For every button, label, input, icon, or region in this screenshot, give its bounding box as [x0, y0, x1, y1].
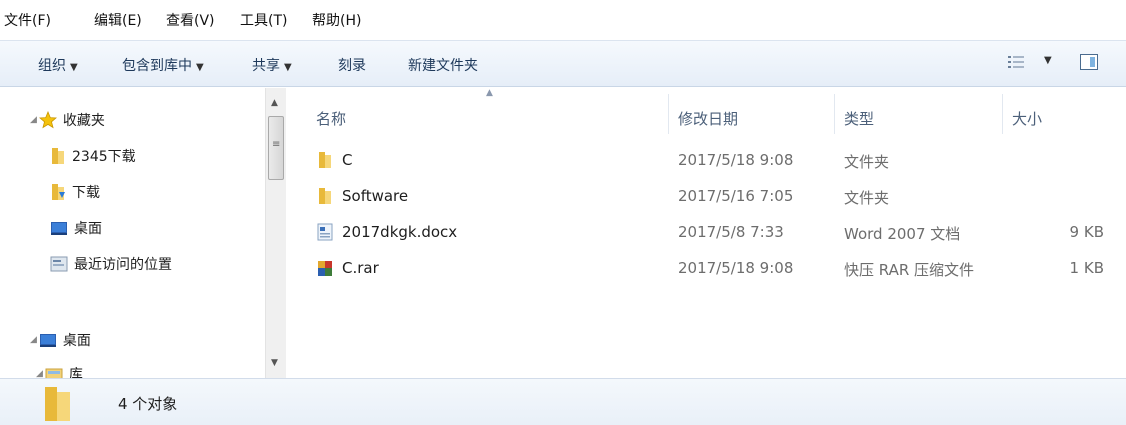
chevron-down-icon: ▼: [284, 62, 292, 73]
collapse-triangle-icon[interactable]: ◢: [30, 115, 37, 125]
status-bar: 4 个对象: [0, 378, 1126, 425]
file-name: C: [316, 151, 352, 169]
nav-item-recent-places[interactable]: 最近访问的位置: [50, 254, 172, 274]
nav-scrollbar[interactable]: ▲ ▼: [265, 88, 286, 378]
expand-triangle-icon[interactable]: ◢: [36, 369, 43, 378]
new-folder-button[interactable]: 新建文件夹: [408, 55, 478, 75]
menu-tools[interactable]: 工具(T): [240, 10, 287, 30]
collapse-triangle-icon[interactable]: ◢: [30, 335, 37, 345]
file-date: 2017/5/8 7:33: [678, 223, 784, 241]
folder-icon: [52, 148, 64, 164]
recent-places-icon: [50, 256, 68, 272]
file-name: C.rar: [316, 259, 379, 277]
share-button[interactable]: 共享 ▼: [252, 55, 292, 75]
nav-library[interactable]: ◢ 库: [36, 364, 83, 378]
nav-desktop[interactable]: ◢ 桌面: [30, 330, 91, 350]
column-divider[interactable]: [668, 94, 669, 134]
menu-help[interactable]: 帮助(H): [312, 10, 361, 30]
nav-item-desktop[interactable]: 桌面: [50, 218, 102, 238]
preview-pane-icon[interactable]: [1080, 54, 1098, 70]
file-row[interactable]: C.rar 2017/5/18 9:08 快压 RAR 压缩文件 1 KB: [290, 254, 1126, 284]
column-header-date[interactable]: 修改日期: [678, 108, 738, 129]
item-count: 4 个对象: [118, 395, 178, 413]
file-date: 2017/5/18 9:08: [678, 259, 794, 277]
file-name: Software: [316, 187, 408, 205]
file-size: 1 KB: [1069, 259, 1104, 277]
file-type: 快压 RAR 压缩文件: [844, 261, 975, 279]
file-type: 文件夹: [844, 189, 890, 207]
nav-favorites[interactable]: ◢ 收藏夹: [30, 110, 105, 130]
file-list: ▲ 名称 修改日期 类型 大小 C 2017/5/18 9:08 文件夹 Sof…: [290, 88, 1126, 378]
view-options-icon[interactable]: [1008, 55, 1024, 69]
file-date: 2017/5/16 7:05: [678, 187, 794, 205]
file-date: 2017/5/18 9:08: [678, 151, 794, 169]
scroll-up-arrow-icon[interactable]: ▲: [271, 98, 278, 108]
file-row[interactable]: Software 2017/5/16 7:05 文件夹: [290, 182, 1126, 212]
folder-icon: [319, 152, 331, 168]
chevron-down-icon[interactable]: ▼: [1044, 55, 1052, 66]
burn-button[interactable]: 刻录: [338, 55, 366, 75]
sort-ascending-icon: ▲: [486, 88, 493, 98]
nav-item-downloads[interactable]: 下载: [50, 182, 100, 202]
file-type: Word 2007 文档: [844, 225, 961, 243]
scroll-thumb[interactable]: [268, 116, 284, 180]
desktop-icon: [39, 334, 56, 347]
file-row[interactable]: C 2017/5/18 9:08 文件夹: [290, 146, 1126, 176]
column-header-name[interactable]: 名称: [316, 108, 346, 129]
command-bar: 组织 ▼ 包含到库中 ▼ 共享 ▼ 刻录 新建文件夹 ▼: [0, 40, 1126, 87]
star-icon: [38, 111, 57, 129]
library-icon: [45, 368, 63, 378]
menu-view[interactable]: 查看(V): [166, 10, 215, 30]
file-size: 9 KB: [1069, 223, 1104, 241]
column-header-size[interactable]: 大小: [1012, 108, 1042, 129]
menu-file[interactable]: 文件(F): [4, 10, 51, 30]
menu-edit[interactable]: 编辑(E): [94, 10, 142, 30]
word-document-icon: [317, 223, 333, 241]
folder-icon: [319, 188, 331, 204]
desktop-icon: [51, 222, 67, 235]
include-library-button[interactable]: 包含到库中 ▼: [122, 55, 204, 75]
download-folder-icon: [52, 184, 65, 200]
file-row[interactable]: 2017dkgk.docx 2017/5/8 7:33 Word 2007 文档…: [290, 218, 1126, 248]
navigation-pane: ◢ 收藏夹 2345下载 下载 桌面 最近访问的位置 ◢ 桌面 ◢ 库: [0, 88, 290, 378]
column-divider[interactable]: [1002, 94, 1003, 134]
chevron-down-icon: ▼: [70, 62, 78, 73]
scroll-down-arrow-icon[interactable]: ▼: [271, 358, 278, 368]
file-name: 2017dkgk.docx: [316, 223, 457, 241]
rar-archive-icon: [318, 261, 332, 276]
file-type: 文件夹: [844, 153, 890, 171]
column-divider[interactable]: [834, 94, 835, 134]
nav-item-2345-download[interactable]: 2345下载: [50, 146, 136, 166]
chevron-down-icon: ▼: [196, 62, 204, 73]
column-header-type[interactable]: 类型: [844, 108, 874, 129]
organize-button[interactable]: 组织 ▼: [38, 55, 78, 75]
menu-bar: 文件(F) 编辑(E) 查看(V) 工具(T) 帮助(H): [0, 0, 1126, 40]
folder-icon: [45, 387, 70, 421]
